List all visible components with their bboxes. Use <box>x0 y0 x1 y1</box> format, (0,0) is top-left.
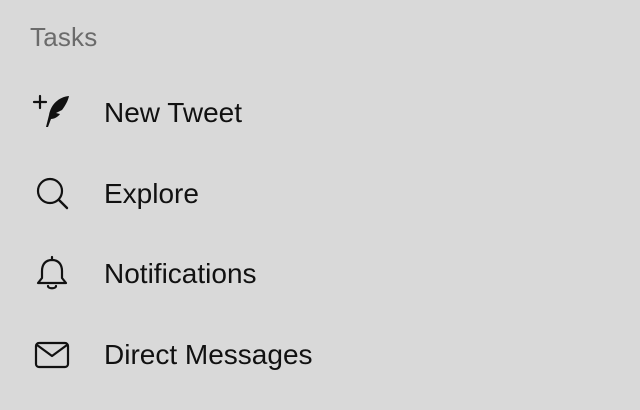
menu-item-explore[interactable]: Explore <box>0 155 640 233</box>
menu-item-label-new-tweet: New Tweet <box>104 97 242 128</box>
envelope-icon <box>32 335 72 375</box>
tasks-header: Tasks <box>30 22 98 52</box>
menu-item-notifications[interactable]: Notifications <box>0 235 640 313</box>
menu-item-new-tweet[interactable]: New Tweet <box>0 74 640 152</box>
bell-icon <box>32 254 72 294</box>
search-icon <box>32 174 72 214</box>
menu-item-label-notifications: Notifications <box>104 258 257 289</box>
menu-item-direct-messages[interactable]: Direct Messages <box>0 316 640 394</box>
compose-tweet-icon <box>32 93 72 133</box>
menu-item-label-explore: Explore <box>104 178 199 209</box>
menu-item-label-direct-messages: Direct Messages <box>104 339 313 370</box>
jump-list-tasks-menu: Tasks New Tweet Explore Notifications Di… <box>0 0 640 410</box>
